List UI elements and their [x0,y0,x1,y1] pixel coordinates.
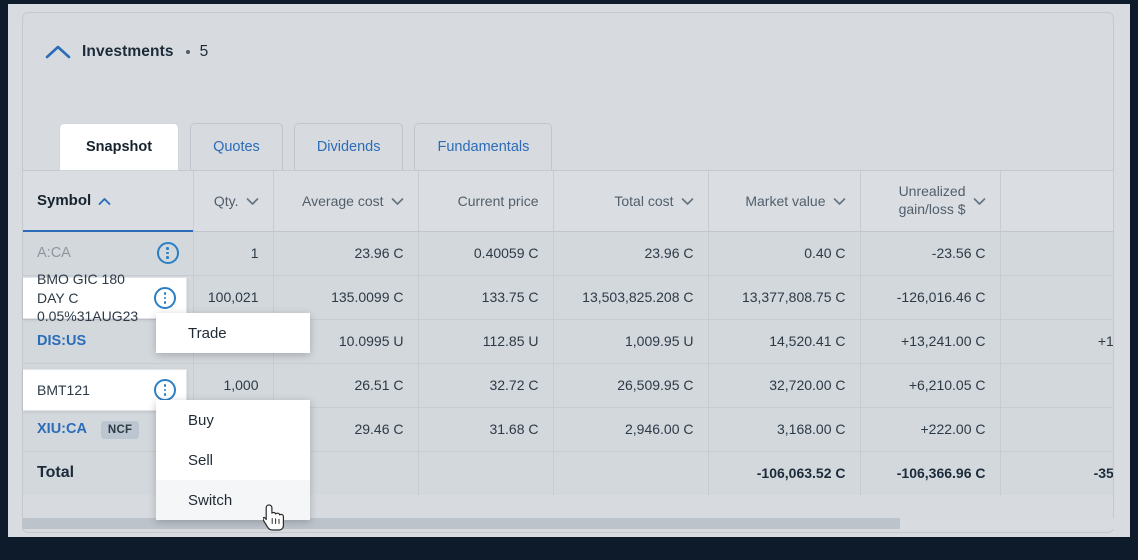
status-badge: NCF [100,420,140,439]
total-current-price [418,451,554,495]
column-header-average-cost[interactable]: Average cost [273,171,419,232]
investments-count: 5 [199,43,209,60]
symbol-label[interactable]: DIS:US [37,333,86,349]
chevron-down-icon [833,193,846,209]
card-header: Investments 5 [23,13,1113,91]
cell-unrealized-gain-loss-pct [1000,407,1113,452]
tab-dividends[interactable]: Dividends [293,123,404,171]
table-row[interactable]: A:CA 1 23.96 C 0.40059 C 23.96 C 0.40 C … [23,231,1113,276]
row-actions-kebab-icon[interactable] [154,287,176,309]
column-label-unrealized-line2: gain/loss $ [898,200,966,217]
cell-market-value: 0.40 C [708,231,861,276]
cell-market-value: 3,168.00 C [708,407,861,452]
cell-unrealized-gain-loss-pct [1000,275,1113,320]
column-label-current-price: Current price [457,192,539,209]
table-header-row: Symbol Qty. Average cost Current price T… [23,171,1113,232]
column-label-market-value: Market value [745,192,826,209]
total-unrealized-gain-loss: -106,366.96 C [860,451,1001,495]
tab-quotes[interactable]: Quotes [190,123,283,171]
column-header-symbol[interactable]: Symbol [23,171,194,232]
column-label-total-cost: Total cost [614,192,674,209]
cell-unrealized-gain-loss-pct: +1,0 [1000,319,1113,364]
chevron-down-icon [391,193,404,209]
cell-total-cost: 13,503,825.208 C [553,275,709,320]
cell-unrealized-gain-loss: -23.56 C [860,231,1001,276]
column-header-unrealized-gain-loss-pct[interactable] [1000,171,1113,232]
cell-total-cost: 1,009.95 U [553,319,709,364]
column-header-market-value[interactable]: Market value [708,171,861,232]
menu-item-buy[interactable]: Buy [156,400,310,440]
cell-total-cost: 2,946.00 C [553,407,709,452]
column-label-unrealized-line1: Unrealized [898,183,966,200]
cell-market-value: 13,377,808.75 C [708,275,861,320]
symbol-label: A:CA [37,245,71,261]
tab-fundamentals[interactable]: Fundamentals [414,123,553,171]
row-actions-kebab-icon[interactable] [154,379,176,401]
sort-chevron-up-icon [98,193,111,209]
total-total-cost [553,451,709,495]
column-header-current-price[interactable]: Current price [418,171,554,232]
page-title: Investments [82,43,174,60]
cell-current-price: 112.85 U [418,319,554,364]
cell-current-price: 0.40059 C [418,231,554,276]
row-actions-kebab-icon[interactable] [156,242,179,264]
horizontal-scrollbar-thumb[interactable] [22,518,900,529]
cell-average-cost: 23.96 C [273,231,419,276]
cell-current-price: 32.72 C [418,363,554,408]
trade-context-menu[interactable]: Trade [156,313,310,353]
cell-unrealized-gain-loss: +222.00 C [860,407,1001,452]
total-market-value: -106,063.52 C [708,451,861,495]
column-header-qty[interactable]: Qty. [193,171,274,232]
cell-current-price: 31.68 C [418,407,554,452]
symbol-label[interactable]: XIU:CA [37,421,87,437]
column-label-average-cost: Average cost [302,192,384,209]
tab-bar: Snapshot Quotes Dividends Fundamentals [23,101,1113,171]
screen-frame: Investments 5 Snapshot Quotes Dividends … [0,0,1138,560]
tab-snapshot[interactable]: Snapshot [59,123,180,171]
symbol-label: BMT121 [37,381,90,398]
cell-current-price: 133.75 C [418,275,554,320]
column-header-total-cost[interactable]: Total cost [553,171,709,232]
symbol-label: BMO GIC 180 DAY C 0.05%31AUG23 [37,270,139,325]
cell-market-value: 32,720.00 C [708,363,861,408]
cell-total-cost: 26,509.95 C [553,363,709,408]
total-unrealized-gain-loss-pct: -35,0 [1000,451,1113,495]
cell-symbol[interactable]: A:CA [23,231,194,276]
cell-unrealized-gain-loss: +13,241.00 C [860,319,1001,364]
column-label-qty: Qty. [213,192,239,209]
menu-item-sell[interactable]: Sell [156,440,310,480]
chevron-down-icon [246,193,259,209]
menu-item-trade[interactable]: Trade [156,313,310,353]
row-actions-context-menu[interactable]: Buy Sell Switch [156,400,310,520]
column-label-symbol: Symbol [37,192,92,210]
cell-unrealized-gain-loss-pct: + [1000,363,1113,408]
cell-unrealized-gain-loss: +6,210.05 C [860,363,1001,408]
chevron-down-icon [681,193,694,209]
column-header-unrealized-gain-loss[interactable]: Unrealized gain/loss $ [860,171,1001,232]
cell-total-cost: 23.96 C [553,231,709,276]
menu-item-switch[interactable]: Switch [156,480,310,520]
chevron-down-icon [973,193,986,209]
header-separator-dot [185,50,190,54]
cell-market-value: 14,520.41 C [708,319,861,364]
cell-unrealized-gain-loss: -126,016.46 C [860,275,1001,320]
chevron-up-icon[interactable] [43,37,73,67]
cell-qty: 1 [193,231,274,276]
cell-unrealized-gain-loss-pct [1000,231,1113,276]
